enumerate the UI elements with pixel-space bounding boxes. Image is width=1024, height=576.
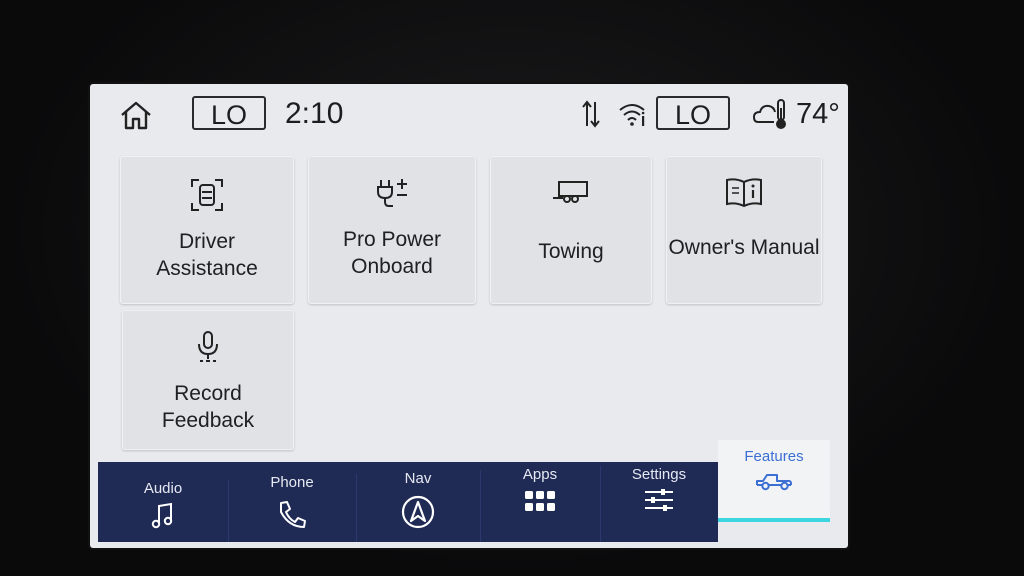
- tile-label: Towing: [538, 240, 604, 263]
- plug-icon: [375, 176, 409, 215]
- nav-audio-button[interactable]: Audio: [98, 480, 229, 542]
- nav-navigation-button[interactable]: Nav: [356, 470, 481, 542]
- nav-phone-button[interactable]: Phone: [228, 474, 357, 542]
- tile-record-feedback[interactable]: Record Feedback: [122, 310, 294, 450]
- bottom-nav-bar: Audio Phone Nav Apps Settings: [98, 462, 718, 542]
- tile-label-line1: Record: [174, 382, 242, 405]
- nav-features-label: Features: [744, 448, 804, 465]
- tile-label: Owner's Manual: [668, 236, 820, 259]
- tile-driver-assistance[interactable]: Driver Assistance: [120, 156, 294, 304]
- tile-label-line1: Driver: [179, 230, 235, 253]
- nav-apps-button[interactable]: Apps: [480, 466, 601, 542]
- apps-grid-icon: [525, 491, 555, 511]
- sliders-icon: [645, 489, 673, 511]
- nav-audio-label: Audio: [143, 480, 183, 497]
- book-info-icon: [725, 176, 763, 213]
- infotainment-screen: LO 2:10 LO 74° Driver Assistance Pro Pow…: [90, 84, 848, 548]
- nav-phone-label: Phone: [270, 474, 314, 491]
- tile-label-line2: Onboard: [351, 255, 433, 278]
- data-sync-icon: [580, 98, 602, 130]
- navigation-arrow-icon: [401, 495, 435, 529]
- active-tab-indicator: [718, 518, 830, 522]
- nav-features-button[interactable]: Features: [718, 440, 830, 518]
- tile-label-line2: Assistance: [156, 257, 258, 280]
- driver-assist-icon: [190, 178, 224, 217]
- clock: 2:10: [285, 97, 344, 130]
- nav-settings-label: Settings: [631, 466, 687, 483]
- trailer-icon: [551, 178, 591, 211]
- nav-settings-button[interactable]: Settings: [600, 462, 718, 542]
- driver-climate-temp-button[interactable]: LO: [192, 96, 266, 130]
- tile-owners-manual[interactable]: Owner's Manual: [666, 156, 822, 304]
- tile-label-line1: Pro Power: [342, 228, 442, 251]
- outside-temperature: 74°: [796, 98, 840, 130]
- wifi-info-icon: [618, 100, 648, 128]
- phone-icon: [280, 501, 306, 528]
- nav-apps-label: Apps: [522, 466, 558, 483]
- music-note-icon: [151, 502, 173, 529]
- tile-towing[interactable]: Towing: [490, 156, 652, 304]
- truck-icon: [756, 474, 792, 491]
- weather-thermometer-icon: [752, 96, 792, 132]
- microphone-icon: [194, 330, 222, 369]
- home-icon[interactable]: [118, 98, 154, 132]
- tile-label-line2: Feedback: [161, 409, 255, 432]
- status-bar: LO 2:10 LO 74°: [90, 84, 848, 146]
- passenger-climate-temp-button[interactable]: LO: [656, 96, 730, 130]
- nav-navigation-label: Nav: [404, 470, 432, 487]
- tile-pro-power-onboard[interactable]: Pro Power Onboard: [308, 156, 476, 304]
